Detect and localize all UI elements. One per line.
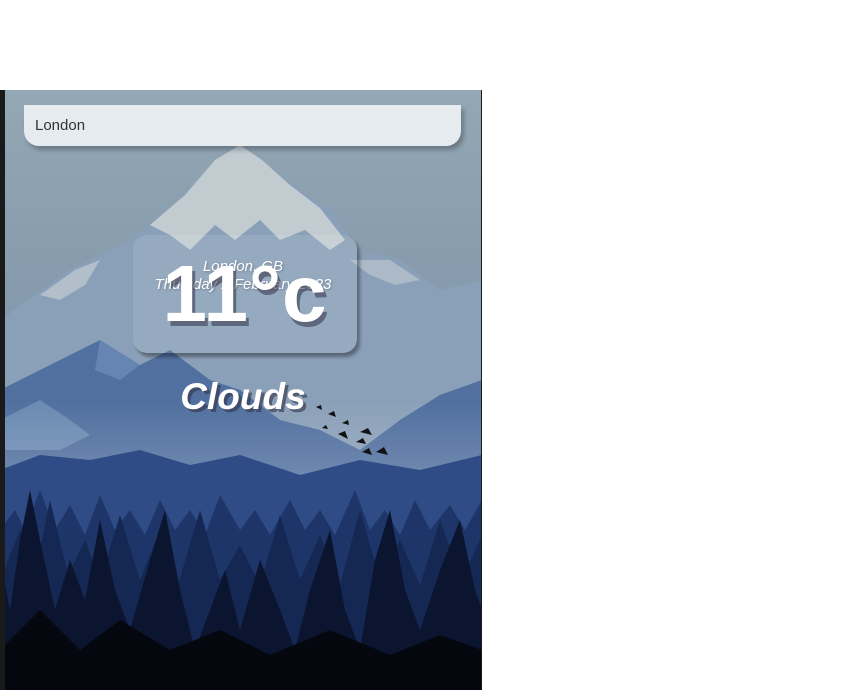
left-border: [0, 90, 5, 690]
right-border: [481, 90, 482, 690]
temperature-display: 11°c: [133, 235, 357, 353]
search-input[interactable]: [24, 105, 461, 146]
weather-condition: Clouds: [180, 376, 306, 417]
weather-app: London, GB Thursday 2 February 2023 11°c…: [0, 90, 482, 690]
